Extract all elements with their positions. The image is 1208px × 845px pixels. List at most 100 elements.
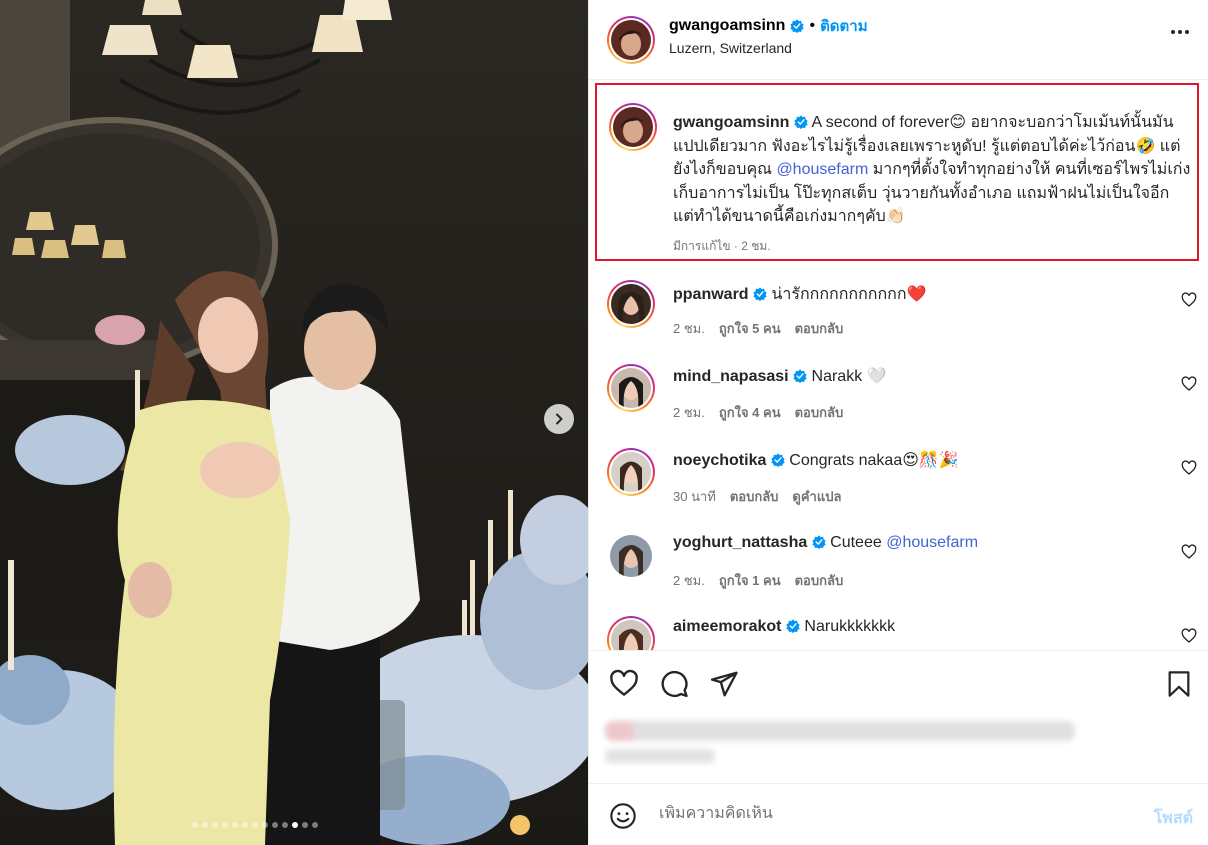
verified-badge-icon — [790, 19, 805, 33]
carousel-dot — [222, 822, 228, 828]
carousel-indicator — [192, 822, 318, 828]
comment-time[interactable]: 2 ชม. — [673, 570, 705, 591]
comment-time[interactable]: 2 ชม. — [673, 402, 705, 423]
post-actions — [589, 650, 1208, 784]
instagram-post: gwangoamsinn • ติดตาม Luzern, Switzerlan… — [0, 0, 1208, 845]
blurred-likes-summary — [605, 721, 1075, 741]
caption-username[interactable]: gwangoamsinn — [673, 114, 789, 131]
comment-avatar[interactable] — [607, 280, 655, 328]
more-icon — [1171, 30, 1175, 34]
carousel-dot — [282, 822, 288, 828]
carousel-dot — [252, 822, 258, 828]
post-photo[interactable] — [0, 0, 588, 845]
comment-meta: 2 ชม. ถูกใจ 5 คน ตอบกลับ — [673, 318, 843, 339]
chevron-right-icon — [556, 413, 563, 425]
caption-highlight: gwangoamsinn A second of forever😊 อยากจะ… — [595, 83, 1199, 261]
comment-username[interactable]: yoghurt_nattasha — [673, 534, 807, 551]
reply-button[interactable]: ตอบกลับ — [795, 402, 844, 423]
comment-likes[interactable]: ถูกใจ 4 คน — [719, 402, 781, 423]
next-photo-button[interactable] — [544, 404, 574, 434]
reply-button[interactable]: ตอบกลับ — [795, 570, 844, 591]
comment-item: ppanward น่ารักกกกกกกกกกก❤️ 2 ชม. ถูกใจ … — [589, 270, 1208, 354]
comment-likes[interactable]: ถูกใจ 1 คน — [719, 570, 781, 591]
comment-item: noeychotika Congrats nakaa😍🎊🎉 30 นาที ตอ… — [589, 438, 1208, 522]
post-header: gwangoamsinn • ติดตาม Luzern, Switzerlan… — [589, 0, 1208, 80]
comment-item: aimeemorakot Narukkkkkkk — [589, 606, 1208, 650]
comment-username[interactable]: aimeemorakot — [673, 618, 782, 635]
verified-badge-icon — [786, 619, 800, 633]
carousel-dot — [302, 822, 308, 828]
caption-text: gwangoamsinn A second of forever😊 อยากจะ… — [673, 111, 1193, 229]
post-side-panel: gwangoamsinn • ติดตาม Luzern, Switzerlan… — [588, 0, 1208, 845]
caption-mention[interactable]: @housefarm — [776, 161, 868, 178]
comment-heart-icon[interactable] — [1181, 628, 1197, 644]
send-icon[interactable] — [709, 669, 739, 699]
comments-list[interactable]: ppanward น่ารักกกกกกกกกกก❤️ 2 ชม. ถูกใจ … — [589, 270, 1208, 650]
comment-likes[interactable]: ถูกใจ 5 คน — [719, 318, 781, 339]
comment-meta: 2 ชม. ถูกใจ 1 คน ตอบกลับ — [673, 570, 843, 591]
see-translation-button[interactable]: ดูคำแปล — [792, 486, 841, 507]
carousel-dot — [272, 822, 278, 828]
comment-body: yoghurt_nattasha Cuteee @housefarm — [673, 534, 978, 552]
carousel-dot — [292, 822, 298, 828]
verified-badge-icon — [771, 453, 785, 467]
comment-time[interactable]: 2 ชม. — [673, 318, 705, 339]
verified-badge-icon — [753, 287, 767, 301]
comment-meta: 2 ชม. ถูกใจ 4 คน ตอบกลับ — [673, 402, 843, 423]
reply-button[interactable]: ตอบกลับ — [730, 486, 779, 507]
comment-body: aimeemorakot Narukkkkkkk — [673, 618, 895, 636]
carousel-dot — [212, 822, 218, 828]
comment-time[interactable]: 30 นาที — [673, 486, 716, 507]
comment-item: yoghurt_nattasha Cuteee @housefarm 2 ชม.… — [589, 522, 1208, 606]
comment-text: Narukkkkkkk — [804, 618, 896, 635]
caption-meta: มีการแก้ไข · 2 ชม. — [673, 239, 771, 253]
comment-body: noeychotika Congrats nakaa😍🎊🎉 — [673, 450, 959, 470]
comment-body: ppanward น่ารักกกกกกกกกกก❤️ — [673, 282, 926, 307]
verified-badge-icon — [794, 115, 808, 129]
bookmark-icon[interactable] — [1165, 669, 1193, 699]
carousel-dot — [202, 822, 208, 828]
comment-item: mind_napasasi Narakk 🤍 2 ชม. ถูกใจ 4 คน … — [589, 354, 1208, 438]
photo-scene — [0, 0, 588, 845]
emoji-icon[interactable] — [609, 802, 637, 830]
comment-heart-icon[interactable] — [1181, 376, 1197, 392]
comment-text: Cuteee — [830, 534, 887, 551]
author-username[interactable]: gwangoamsinn — [669, 17, 785, 35]
comment-body: mind_napasasi Narakk 🤍 — [673, 366, 887, 386]
header-separator: • — [809, 17, 816, 34]
comment-input[interactable] — [659, 805, 1119, 823]
carousel-dot — [232, 822, 238, 828]
comment-composer: โพสต์ — [589, 786, 1208, 845]
comment-avatar[interactable] — [607, 364, 655, 412]
comment-meta: 30 นาที ตอบกลับ ดูคำแปล — [673, 486, 841, 507]
comment-text: น่ารักกกกกกกกกกก❤️ — [771, 286, 927, 303]
comment-text: Narakk 🤍 — [811, 368, 887, 385]
comment-avatar[interactable] — [607, 448, 655, 496]
verified-badge-icon — [812, 535, 826, 549]
carousel-dot — [192, 822, 198, 828]
comment-mention[interactable]: @housefarm — [886, 534, 978, 551]
blurred-post-date — [605, 749, 715, 763]
post-comment-button[interactable]: โพสต์ — [1154, 806, 1193, 831]
carousel-dot — [262, 822, 268, 828]
comment-heart-icon[interactable] — [1181, 460, 1197, 476]
comment-heart-icon[interactable] — [1181, 292, 1197, 308]
comment-icon[interactable] — [659, 669, 689, 699]
follow-button[interactable]: ติดตาม — [820, 14, 868, 38]
reply-button[interactable]: ตอบกลับ — [795, 318, 844, 339]
comment-text: Congrats nakaa😍🎊🎉 — [789, 452, 959, 469]
verified-badge-icon — [793, 369, 807, 383]
caption-avatar[interactable] — [609, 103, 657, 151]
author-avatar[interactable] — [607, 16, 655, 64]
comment-avatar[interactable] — [610, 535, 652, 577]
carousel-dot — [312, 822, 318, 828]
carousel-dot — [242, 822, 248, 828]
post-location[interactable]: Luzern, Switzerland — [669, 40, 792, 56]
comment-username[interactable]: ppanward — [673, 286, 749, 303]
heart-icon[interactable] — [609, 669, 639, 699]
comment-avatar[interactable] — [607, 616, 655, 650]
comment-heart-icon[interactable] — [1181, 544, 1197, 560]
comment-username[interactable]: noeychotika — [673, 452, 766, 469]
more-options-button[interactable] — [1171, 30, 1189, 34]
comment-username[interactable]: mind_napasasi — [673, 368, 789, 385]
